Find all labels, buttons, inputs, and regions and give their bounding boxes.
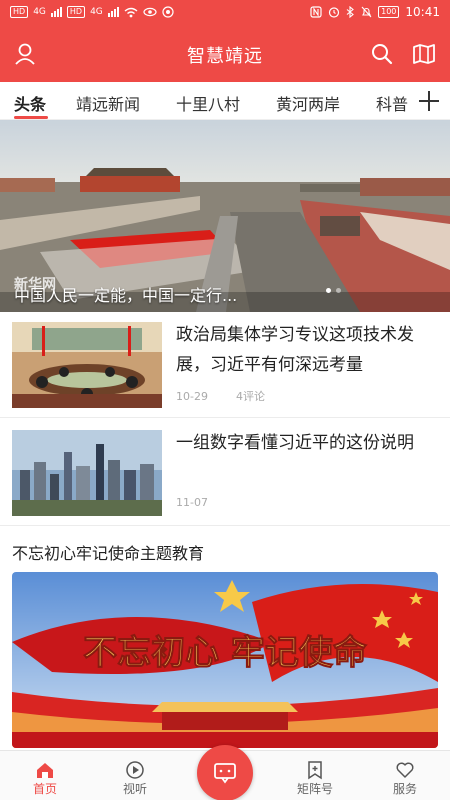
heart-icon: [396, 762, 414, 778]
mute-icon: [361, 6, 372, 18]
carousel-dot-active: [326, 288, 331, 293]
nav-media-label: 视听: [122, 782, 147, 796]
bookmark-icon: [308, 761, 322, 780]
nav-home[interactable]: 首页: [13, 751, 77, 800]
tab-villages[interactable]: 十里八村: [176, 91, 240, 115]
alarm-icon: [329, 7, 340, 18]
nav-service-label: 服务: [392, 782, 417, 796]
theme-banner[interactable]: 不忘初心 牢记使命: [12, 572, 438, 748]
home-icon: [37, 763, 53, 778]
app-header: 智慧靖远: [0, 30, 450, 80]
news-thumbnail-2: [12, 430, 162, 516]
signal-icon: [50, 7, 62, 17]
nav-home-label: 首页: [32, 782, 57, 796]
nav-service[interactable]: 服务: [373, 751, 437, 800]
tab-science[interactable]: 科普: [376, 91, 408, 115]
nav-matrix[interactable]: 矩阵号: [283, 751, 347, 800]
tab-headlines[interactable]: 头条: [14, 91, 46, 115]
news-thumbnail-1: [12, 322, 162, 408]
wifi-icon: [124, 7, 138, 17]
carousel-dots: [326, 288, 346, 294]
news-item-1[interactable]: 政治局集体学习专议这项技术发展，习近平有何深远考量 10-29 4评论: [0, 312, 450, 418]
top-bar: HD 4G HD 4G 100 10:41 智慧靖远: [0, 0, 450, 82]
search-icon[interactable]: [370, 42, 394, 66]
hd-badge: HD: [10, 6, 29, 18]
map-icon[interactable]: [412, 42, 436, 66]
eye-icon: [143, 7, 157, 17]
news-meta-2: 11-07: [176, 496, 264, 509]
bluetooth-icon: [346, 6, 354, 18]
category-tabs: 头条 靖远新闻 十里八村 黄河两岸 科普: [0, 82, 450, 120]
nfc-icon: [310, 6, 322, 18]
hd-badge-2: HD: [66, 6, 86, 18]
center-chat-button[interactable]: [197, 745, 253, 800]
section-title[interactable]: 不忘初心牢记使命主题教育: [12, 540, 204, 564]
play-icon: [126, 761, 144, 779]
news-date-2: 11-07: [176, 496, 208, 509]
signal-label: 4G: [33, 7, 46, 17]
news-title-1[interactable]: 政治局集体学习专议这项技术发展，习近平有何深远考量: [176, 320, 438, 380]
hero-carousel[interactable]: 新华网 中国人民一定能，中国一定行...: [0, 120, 450, 312]
carousel-dot: [336, 288, 341, 293]
theme-banner-text: 不忘初心 牢记使命: [83, 633, 367, 673]
clock: 10:41: [405, 5, 440, 19]
add-channel-button[interactable]: [414, 86, 444, 116]
status-bar: HD 4G HD 4G 100 10:41: [0, 0, 450, 28]
signal-label-2: 4G: [90, 7, 103, 17]
signal-icon-2: [107, 7, 119, 17]
nav-matrix-label: 矩阵号: [296, 782, 333, 796]
news-item-2[interactable]: 一组数字看懂习近平的这份说明 11-07: [0, 420, 450, 526]
app-notification-icon: [162, 6, 174, 18]
battery-indicator: 100: [378, 6, 400, 18]
news-title-2[interactable]: 一组数字看懂习近平的这份说明: [176, 428, 438, 458]
news-comments-1: 4评论: [235, 390, 265, 403]
news-meta-1: 10-29 4评论: [176, 388, 293, 404]
hero-caption: 中国人民一定能，中国一定行...: [14, 286, 238, 305]
tab-jingyuan-news[interactable]: 靖远新闻: [76, 91, 140, 115]
news-date-1: 10-29: [176, 390, 208, 403]
tab-yellow-river[interactable]: 黄河两岸: [276, 91, 340, 115]
chat-icon: [214, 763, 236, 784]
nav-media[interactable]: 视听: [103, 751, 167, 800]
active-tab-indicator: [14, 116, 48, 119]
